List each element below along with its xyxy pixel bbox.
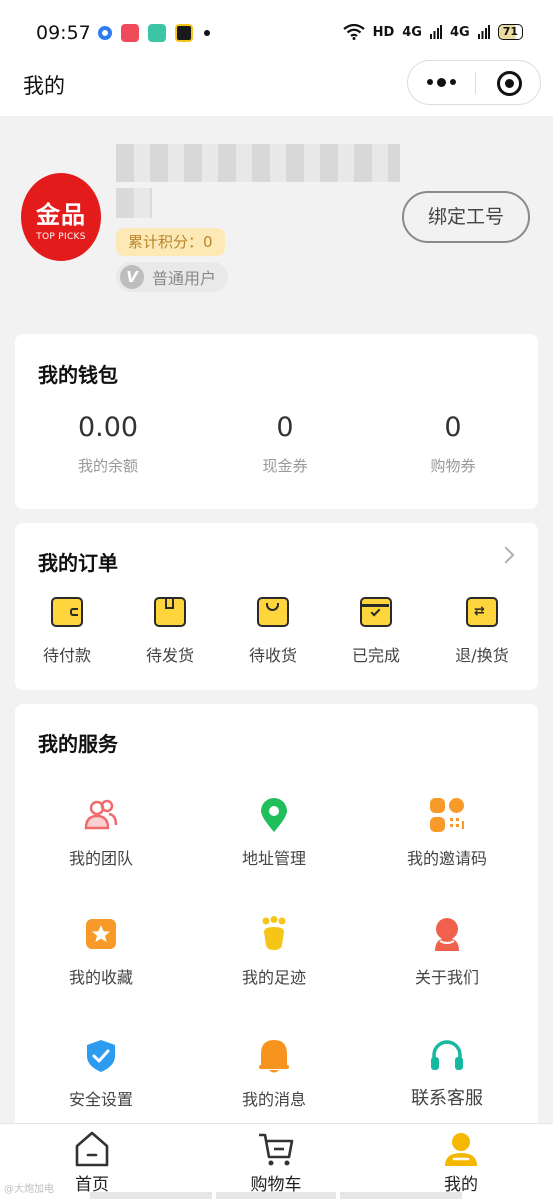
location-pin-icon [256,797,292,833]
wallet-value: 0 [276,412,294,443]
wallet-card: 我的钱包 0.00 我的余额 0 现金券 0 购物券 [15,334,538,509]
service-item-favorites[interactable]: 我的收藏 [21,916,181,988]
service-item-label: 我的足迹 [241,968,306,987]
profile-icon [442,1130,480,1168]
app-notification-icon [98,26,112,40]
person-icon [429,916,465,952]
service-item-footprint[interactable]: 我的足迹 [194,916,354,988]
order-item-label: 已完成 [351,646,400,665]
avatar[interactable]: 金品 TOP PICKS [21,173,101,261]
service-item-label: 我的收藏 [68,968,133,987]
services-title: 我的服务 [38,732,118,756]
member-level-badge: V 普通用户 [116,262,229,292]
logo-text: 金品 [36,200,86,229]
order-item-label: 待付款 [42,646,91,665]
wallet-icon [51,597,83,627]
home-indicator [340,1192,462,1199]
vip-icon: V [120,265,144,289]
battery-indicator: 71 [497,24,523,40]
signal-4g-1: 4G [402,24,422,40]
chevron-right-icon[interactable] [497,546,515,564]
home-icon [73,1130,111,1168]
app-notification-icon [121,24,139,42]
more-notifications-dot [204,30,210,36]
home-indicator [216,1192,336,1199]
logo-subtext: TOP PICKS [36,232,86,242]
wallet-label: 购物券 [430,457,476,475]
mini-program-capsule [407,60,541,105]
service-item-about-us[interactable]: 关于我们 [367,916,527,988]
footprint-icon [256,916,292,952]
order-item-label: 退/换货 [455,646,509,665]
hd-indicator: HD [372,24,395,40]
order-item-label: 待收货 [248,646,297,665]
service-item-label: 地址管理 [241,849,306,868]
completed-box-icon [360,597,392,627]
user-id-redacted [116,188,152,218]
capsule-divider [475,72,476,94]
bottom-tab-bar: 首页 购物车 我的 [0,1123,553,1199]
watermark: @大炮加电 [4,1184,54,1195]
title-bar: 我的 [0,50,553,116]
service-item-address[interactable]: 地址管理 [194,797,354,869]
order-item-pending-receipt[interactable]: 待收货 [223,597,323,666]
page-title: 我的 [23,74,65,98]
bell-icon [256,1038,292,1074]
service-item-label: 联系客服 [411,1088,483,1109]
order-item-return-exchange[interactable]: ⇄ 退/换货 [432,597,532,666]
service-item-label: 我的团队 [68,849,133,868]
order-item-pending-payment[interactable]: 待付款 [17,597,117,666]
headset-icon [429,1038,465,1074]
team-icon [83,797,119,833]
signal-bars-icon [429,25,442,39]
wallet-value: 0.00 [77,412,139,443]
service-item-label: 我的消息 [241,1090,306,1109]
tab-cart[interactable]: 购物车 [206,1130,346,1195]
package-icon [154,597,186,627]
wallet-item-balance[interactable]: 0.00 我的余额 [38,412,178,476]
qr-code-icon [429,797,465,833]
service-item-messages[interactable]: 我的消息 [194,1038,354,1110]
order-item-label: 待发货 [145,646,194,665]
wifi-icon [342,24,365,40]
notification-icons [98,24,210,42]
more-menu-icon[interactable] [426,72,456,92]
shopping-bag-icon [257,597,289,627]
wallet-value: 0 [444,412,462,443]
shield-icon [83,1038,119,1074]
wallet-label: 我的余额 [77,457,138,475]
cart-icon [257,1130,295,1168]
close-target-icon[interactable] [497,71,522,96]
app-notification-icon [175,24,193,42]
wallet-item-shopping-coupon[interactable]: 0 购物券 [383,412,523,476]
order-item-pending-shipment[interactable]: 待发货 [120,597,220,666]
orders-card: 我的订单 待付款 待发货 待收货 已完成 ⇄ 退/换货 [15,523,538,690]
member-level-label: 普通用户 [152,269,217,288]
app-notification-icon [148,24,166,42]
service-item-label: 关于我们 [414,968,479,987]
order-item-completed[interactable]: 已完成 [326,597,426,666]
home-indicator [90,1192,212,1199]
status-indicators: HD 4G 4G 71 [342,24,523,40]
service-item-team[interactable]: 我的团队 [21,797,181,869]
username-redacted [116,144,400,182]
service-item-customer-service[interactable]: 联系客服 [367,1038,527,1110]
services-card: 我的服务 我的团队 地址管理 我的邀请码 我的收藏 我的足迹 关于我们 安全设置… [15,704,538,1134]
signal-4g-2: 4G [449,24,470,40]
service-item-label: 安全设置 [68,1090,133,1109]
service-item-invite-code[interactable]: 我的邀请码 [367,797,527,869]
service-item-label: 我的邀请码 [406,849,487,868]
service-item-security[interactable]: 安全设置 [21,1038,181,1110]
points-badge: 累计积分：0 [116,228,225,256]
status-time: 09:57 [36,22,91,44]
wallet-label: 现金券 [262,457,308,475]
tab-profile[interactable]: 我的 [391,1130,531,1195]
orders-title: 我的订单 [38,551,118,575]
bind-employee-id-button[interactable]: 绑定工号 [402,191,530,243]
star-icon [83,916,119,952]
wallet-item-cash-coupon[interactable]: 0 现金券 [215,412,355,476]
signal-bars-icon [477,25,490,39]
wallet-title: 我的钱包 [38,363,118,387]
exchange-icon: ⇄ [466,597,498,627]
